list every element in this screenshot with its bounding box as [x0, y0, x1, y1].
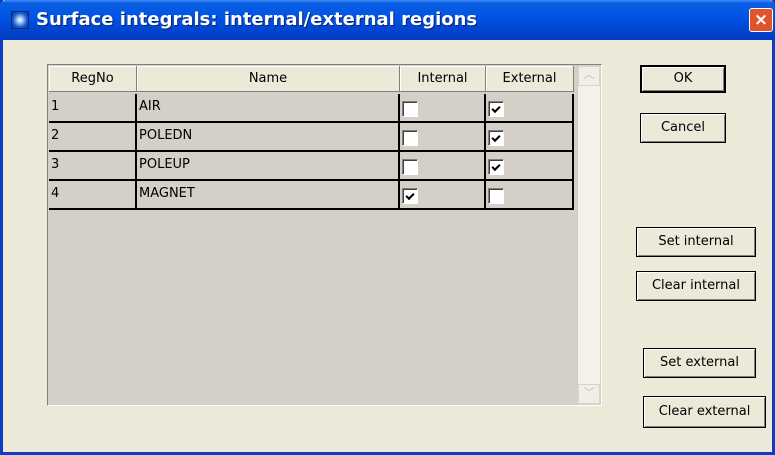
external-checkbox[interactable] [488, 130, 504, 146]
close-button[interactable]: × [749, 8, 773, 32]
cancel-button[interactable]: Cancel [640, 113, 726, 143]
cell-name[interactable]: AIR [137, 94, 400, 123]
internal-checkbox[interactable] [402, 130, 418, 146]
cell-regno[interactable]: 2 [49, 123, 137, 152]
scroll-up-button[interactable]: ︿ [578, 66, 600, 86]
checkmark-icon [491, 132, 501, 143]
cell-regno[interactable]: 3 [49, 152, 137, 181]
internal-checkbox[interactable] [402, 188, 418, 204]
set-external-button[interactable]: Set external [643, 348, 756, 378]
clear-external-button[interactable]: Clear external [643, 396, 766, 428]
checkmark-icon [405, 190, 415, 201]
vertical-scrollbar[interactable]: ︿ ﹀ [578, 66, 600, 404]
cell-name[interactable]: POLEUP [137, 152, 400, 181]
external-checkbox[interactable] [488, 159, 504, 175]
column-header-internal[interactable]: Internal [400, 66, 486, 92]
cell-external [486, 123, 574, 152]
cell-external [486, 94, 574, 123]
cell-external [486, 152, 574, 181]
internal-checkbox[interactable] [402, 101, 418, 117]
column-header-name[interactable]: Name [137, 66, 400, 92]
regions-grid: RegNo Name Internal External 1 AIR 2 POLEDN… [47, 64, 602, 406]
checkmark-icon [491, 161, 501, 172]
ok-button[interactable]: OK [640, 65, 726, 93]
cell-internal [400, 123, 486, 152]
cell-internal [400, 94, 486, 123]
cell-regno[interactable]: 4 [49, 181, 137, 210]
cell-regno[interactable]: 1 [49, 94, 137, 123]
checkmark-icon [491, 103, 501, 114]
internal-checkbox[interactable] [402, 159, 418, 175]
cell-internal [400, 152, 486, 181]
clear-internal-button[interactable]: Clear internal [636, 271, 756, 301]
cell-name[interactable]: POLEDN [137, 123, 400, 152]
cell-internal [400, 181, 486, 210]
title-bar[interactable]: Surface integrals: internal/external reg… [0, 0, 775, 40]
cell-external [486, 181, 574, 210]
external-checkbox[interactable] [488, 188, 504, 204]
external-checkbox[interactable] [488, 101, 504, 117]
dialog-window: Surface integrals: internal/external reg… [0, 0, 775, 455]
scroll-down-button[interactable]: ﹀ [578, 384, 600, 404]
set-internal-button[interactable]: Set internal [636, 227, 756, 257]
cell-name[interactable]: MAGNET [137, 181, 400, 210]
window-title: Surface integrals: internal/external reg… [36, 9, 478, 30]
column-header-regno[interactable]: RegNo [49, 66, 137, 92]
column-header-external[interactable]: External [486, 66, 574, 92]
app-icon [11, 11, 29, 29]
